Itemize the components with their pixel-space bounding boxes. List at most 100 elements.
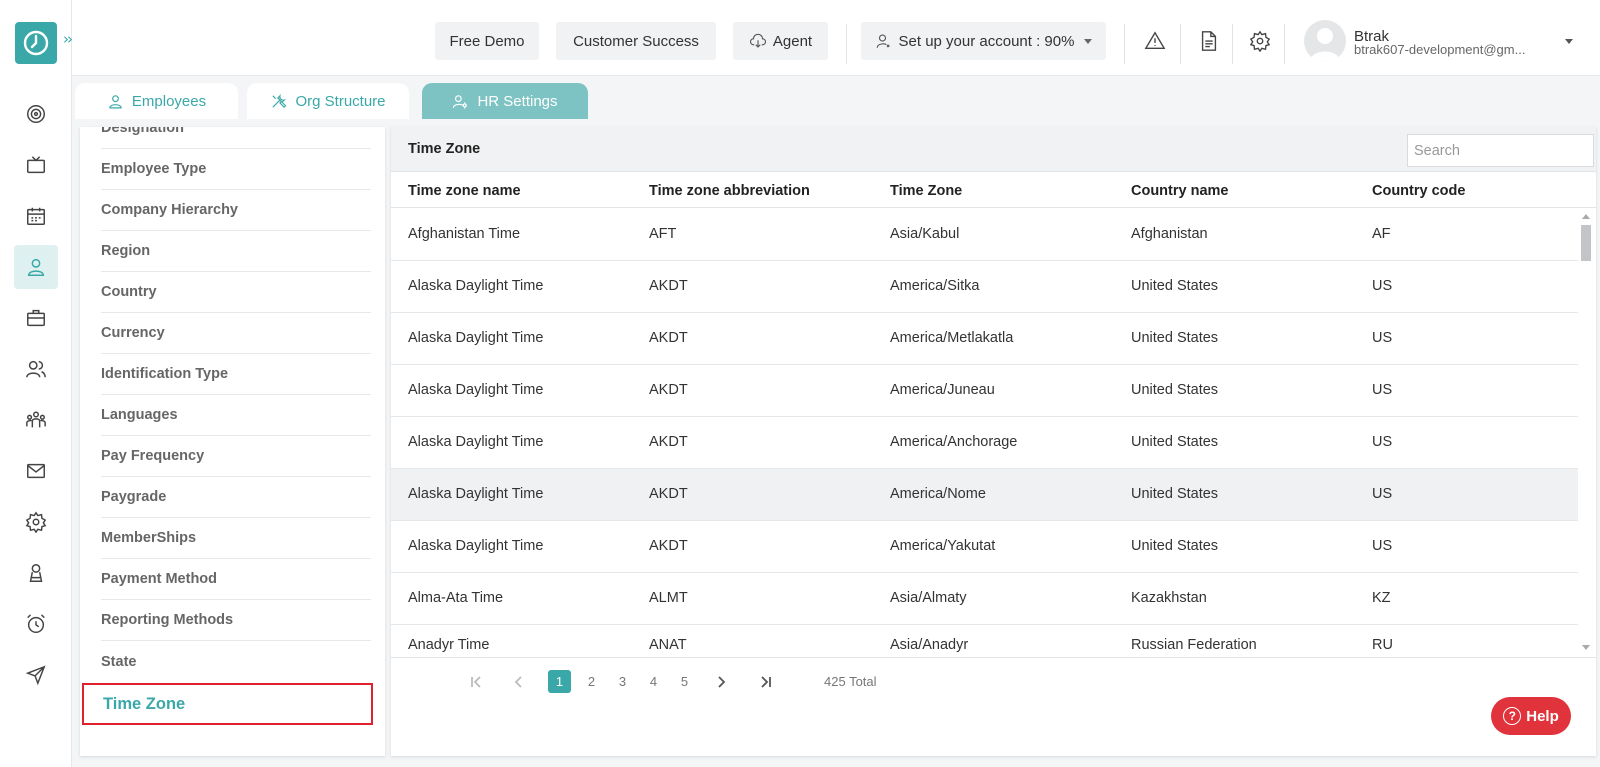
person-icon [109, 94, 122, 108]
cell-time-zone: America/Metlakatla [890, 330, 1014, 346]
settings-item-identification-type[interactable]: Identification Type [101, 354, 371, 395]
total-count: 425 Total [824, 674, 877, 689]
first-page-icon[interactable] [464, 670, 487, 693]
gear-icon[interactable] [1247, 28, 1273, 54]
alarm-icon[interactable] [14, 602, 58, 646]
settings-item-company-hierarchy[interactable]: Company Hierarchy [101, 190, 371, 231]
last-page-icon[interactable] [754, 670, 777, 693]
settings-item-country[interactable]: Country [101, 272, 371, 313]
tab-hr-settings[interactable]: HR Settings [422, 83, 588, 119]
user-gear-icon [453, 94, 468, 109]
tab-org-structure[interactable]: Org Structure [247, 83, 409, 119]
send-icon[interactable] [14, 653, 58, 697]
page-3-button[interactable]: 3 [611, 670, 634, 693]
tv-icon[interactable] [14, 143, 58, 187]
prev-page-icon[interactable] [507, 670, 530, 693]
scroll-up-icon[interactable] [1582, 214, 1590, 219]
cell-time-zone: America/Juneau [890, 382, 995, 398]
column-header-time-zone-name[interactable]: Time zone name [408, 183, 521, 199]
cell-time-zone: America/Nome [890, 486, 986, 502]
agent-button[interactable]: Agent [733, 22, 828, 60]
table-row[interactable]: Alma-Ata Time ALMT Asia/Almaty Kazakhsta… [391, 573, 1578, 625]
page-4-button[interactable]: 4 [642, 670, 665, 693]
cell-country-name: United States [1131, 538, 1219, 554]
left-rail: ››› [0, 0, 77, 767]
search-input[interactable] [1407, 134, 1594, 167]
help-label: Help [1526, 707, 1559, 725]
cell-time-zone: America/Sitka [890, 278, 980, 294]
settings-item-currency[interactable]: Currency [101, 313, 371, 354]
panel-title: Time Zone [408, 141, 481, 157]
team-icon[interactable] [14, 398, 58, 442]
employee-icon[interactable] [14, 245, 58, 289]
settings-item-region[interactable]: Region [101, 231, 371, 272]
settings-item-memberships[interactable]: MemberShips [101, 518, 371, 559]
avatar[interactable] [1304, 20, 1346, 62]
free-demo-button[interactable]: Free Demo [435, 22, 539, 60]
divider [1124, 24, 1125, 64]
badge-icon[interactable] [14, 551, 58, 595]
setup-account-dropdown[interactable]: Set up your account : 90% [861, 22, 1106, 60]
scroll-thumb[interactable] [1581, 225, 1591, 261]
table-body: Afghanistan Time AFT Asia/Kabul Afghanis… [391, 209, 1578, 657]
cell-country-code: RU [1372, 637, 1393, 653]
tab-employees[interactable]: Employees [75, 83, 238, 119]
top-bar: Free Demo Customer Success Agent Set up … [72, 0, 1600, 76]
cell-abbreviation: AKDT [649, 486, 688, 502]
cell-time-zone-name: Alaska Daylight Time [408, 382, 544, 398]
tools-icon [272, 93, 287, 108]
settings-item-payment-method[interactable]: Payment Method [101, 559, 371, 600]
table-row[interactable]: Alaska Daylight Time AKDT America/Anchor… [391, 417, 1578, 469]
table-row[interactable]: Afghanistan Time AFT Asia/Kabul Afghanis… [391, 209, 1578, 261]
table-scrollbar[interactable] [1578, 209, 1594, 657]
settings-item-pay-frequency[interactable]: Pay Frequency [101, 436, 371, 477]
table-row[interactable]: Anadyr Time ANAT Asia/Anadyr Russian Fed… [391, 625, 1578, 657]
customer-success-label: Customer Success [573, 32, 699, 50]
scroll-down-icon[interactable] [1582, 645, 1590, 650]
next-page-icon[interactable] [709, 670, 732, 693]
question-icon: ? [1503, 707, 1522, 725]
cloud-download-icon [749, 33, 766, 48]
customer-success-button[interactable]: Customer Success [556, 22, 716, 60]
column-header-abbreviation[interactable]: Time zone abbreviation [649, 183, 810, 199]
page-1-button[interactable]: 1 [548, 670, 571, 693]
cell-country-name: United States [1131, 382, 1219, 398]
column-header-country-code[interactable]: Country code [1372, 183, 1465, 199]
cell-time-zone-name: Alaska Daylight Time [408, 434, 544, 450]
cell-time-zone: Asia/Almaty [890, 590, 967, 606]
settings-icon[interactable] [14, 500, 58, 544]
settings-item-employee-type[interactable]: Employee Type [101, 149, 371, 190]
cell-country-code: US [1372, 330, 1393, 346]
setup-account-label: Set up your account : 90% [898, 32, 1075, 50]
cell-country-name: Afghanistan [1131, 226, 1208, 242]
document-icon[interactable] [1196, 28, 1222, 54]
warning-icon[interactable] [1142, 28, 1168, 54]
table-row[interactable]: Alaska Daylight Time AKDT America/Juneau… [391, 365, 1578, 417]
app-logo-icon[interactable] [15, 22, 57, 64]
users-icon[interactable] [14, 347, 58, 391]
settings-item-languages[interactable]: Languages [101, 395, 371, 436]
divider [1232, 24, 1233, 64]
table-row[interactable]: Alaska Daylight Time AKDT America/Nome U… [391, 469, 1578, 521]
table-row[interactable]: Alaska Daylight Time AKDT America/Yakuta… [391, 521, 1578, 573]
column-header-time-zone[interactable]: Time Zone [890, 183, 962, 199]
settings-item-state[interactable]: State [101, 641, 371, 682]
settings-item-reporting-methods[interactable]: Reporting Methods [101, 600, 371, 641]
table-row[interactable]: Alaska Daylight Time AKDT America/Metlak… [391, 313, 1578, 365]
page-2-button[interactable]: 2 [580, 670, 603, 693]
table-row[interactable]: Alaska Daylight Time AKDT America/Sitka … [391, 261, 1578, 313]
cell-abbreviation: AKDT [649, 330, 688, 346]
page-5-button[interactable]: 5 [673, 670, 696, 693]
mail-icon[interactable] [14, 449, 58, 493]
column-header-country-name[interactable]: Country name [1131, 183, 1229, 199]
calendar-icon[interactable] [14, 194, 58, 238]
briefcase-icon[interactable] [14, 296, 58, 340]
chevron-down-icon[interactable] [1565, 39, 1573, 44]
settings-item-designation[interactable]: Designation [101, 127, 371, 149]
agent-label: Agent [772, 32, 813, 50]
settings-item-paygrade[interactable]: Paygrade [101, 477, 371, 518]
settings-item-time-zone[interactable]: Time Zone [82, 683, 373, 725]
cell-abbreviation: AFT [649, 226, 677, 242]
dashboard-icon[interactable] [14, 92, 58, 136]
help-button[interactable]: ? Help [1491, 697, 1571, 735]
